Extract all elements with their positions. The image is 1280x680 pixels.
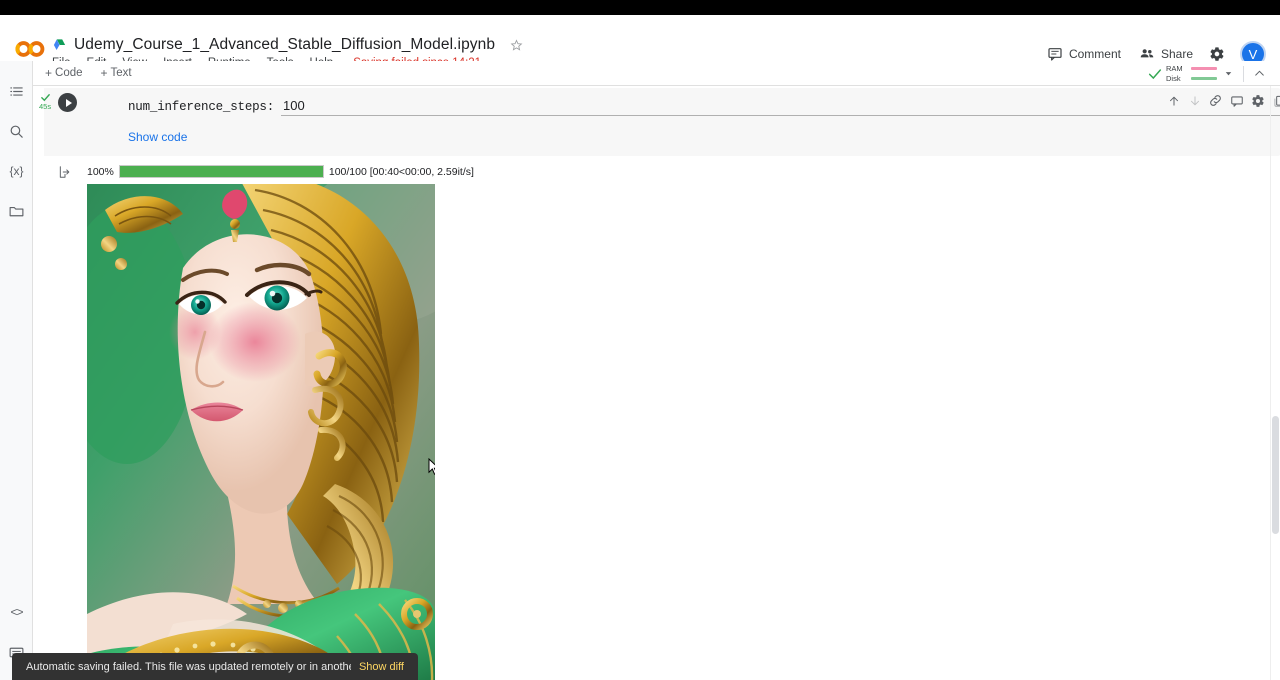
notebook-title-row[interactable]: Udemy_Course_1_Advanced_Stable_Diffusion…	[52, 36, 524, 54]
add-text-cell-button[interactable]: + Text	[96, 65, 137, 81]
num-inference-steps-label: num_inference_steps:	[128, 100, 274, 114]
link-icon	[1208, 93, 1223, 108]
notebook-canvas: 45s num_inference_steps: Show code	[33, 86, 1280, 680]
progress-status-text: 100/100 [00:40<00:00, 2.59it/s]	[329, 166, 474, 178]
disk-bar	[1191, 77, 1217, 80]
folder-icon	[8, 203, 25, 220]
cell-settings-button[interactable]	[1249, 92, 1266, 109]
output-arrow-icon	[58, 165, 72, 179]
cell-toolbar	[1163, 92, 1280, 109]
comment-label: Comment	[1069, 47, 1121, 61]
vertical-scrollbar[interactable]	[1271, 86, 1280, 680]
arrow-up-icon	[1167, 94, 1181, 108]
people-icon	[1139, 46, 1155, 62]
sidebar-item-find-and-replace[interactable]	[0, 111, 33, 151]
sidebar-item-table-of-contents[interactable]	[0, 71, 33, 111]
progress-bar-row: 100% 100/100 [00:40<00:00, 2.59it/s]	[87, 165, 1280, 178]
show-code-link[interactable]: Show code	[128, 130, 187, 144]
ram-label: RAM	[1166, 64, 1187, 73]
chevron-down-icon	[1223, 68, 1234, 79]
move-cell-down-button[interactable]	[1186, 92, 1203, 109]
resource-usage-indicator[interactable]: RAM Disk	[1166, 64, 1217, 84]
cell-gutter: 45s	[44, 88, 83, 156]
num-inference-steps-input[interactable]	[281, 98, 1280, 116]
colab-logo[interactable]	[14, 39, 46, 59]
ram-bar	[1191, 67, 1217, 70]
execution-time: 45s	[39, 103, 51, 111]
share-label: Share	[1161, 47, 1193, 61]
comment-icon	[1047, 46, 1063, 62]
progress-bar-fill	[120, 166, 323, 177]
plus-icon: +	[45, 67, 52, 79]
generated-portrait-image	[87, 184, 435, 680]
cell-output: 100% 100/100 [00:40<00:00, 2.59it/s]	[44, 165, 1280, 680]
gear-icon	[1251, 94, 1265, 108]
add-text-label: Text	[111, 67, 132, 79]
toolbar-divider	[1243, 66, 1244, 82]
plus-icon: +	[101, 67, 108, 79]
runtime-dropdown-button[interactable]	[1217, 65, 1240, 82]
notebook-toolbar: + Code + Text RAM Disk	[0, 61, 1280, 86]
search-icon	[8, 123, 25, 140]
variables-icon: {x}	[9, 164, 23, 178]
progress-percent-label: 100%	[87, 166, 114, 178]
code-cell-body[interactable]: 45s num_inference_steps: Show code	[44, 88, 1280, 156]
sidebar-item-variables[interactable]: {x}	[0, 151, 33, 191]
add-code-cell-button[interactable]: + Code	[40, 65, 88, 81]
ram-row: RAM	[1166, 64, 1217, 73]
disk-row: Disk	[1166, 74, 1217, 83]
add-code-label: Code	[55, 67, 83, 79]
run-cell-button[interactable]	[58, 93, 77, 112]
save-failed-snackbar: Automatic saving failed. This file was u…	[12, 653, 418, 680]
left-sidebar: {x} <>	[0, 61, 33, 680]
sidebar-item-files[interactable]	[0, 191, 33, 231]
cell-content: num_inference_steps: Show code	[83, 88, 1280, 156]
scrollbar-thumb[interactable]	[1272, 416, 1279, 534]
browser-chrome-strip	[0, 0, 1280, 15]
code-cell: 45s num_inference_steps: Show code	[44, 88, 1280, 156]
add-comment-button[interactable]	[1228, 92, 1245, 109]
page-title: Udemy_Course_1_Advanced_Stable_Diffusion…	[74, 36, 495, 54]
sidebar-top-icons: {x}	[0, 71, 33, 231]
chevron-up-icon	[1253, 67, 1266, 80]
runtime-status-area: RAM Disk	[1147, 62, 1272, 85]
snackbar-message: Automatic saving failed. This file was u…	[26, 661, 351, 673]
colab-app-window: Udemy_Course_1_Advanced_Stable_Diffusion…	[0, 0, 1280, 680]
progress-bar	[119, 165, 324, 178]
portrait-artwork	[87, 184, 435, 680]
move-cell-up-button[interactable]	[1165, 92, 1182, 109]
code-brackets-icon: <>	[10, 605, 22, 619]
add-cell-buttons: + Code + Text	[40, 65, 137, 81]
arrow-down-icon	[1188, 94, 1202, 108]
drive-triangle-icon	[52, 38, 67, 52]
star-outline-icon[interactable]	[509, 38, 524, 53]
disk-label: Disk	[1166, 74, 1187, 83]
play-icon	[66, 99, 72, 107]
sidebar-item-code-snippets[interactable]: <>	[0, 592, 33, 632]
avatar-initial: V	[1249, 47, 1258, 62]
comment-icon	[1230, 94, 1244, 108]
list-icon	[8, 83, 25, 100]
green-check-icon	[1147, 66, 1163, 82]
app-header: Udemy_Course_1_Advanced_Stable_Diffusion…	[0, 15, 1280, 61]
form-field-row: num_inference_steps:	[128, 98, 1280, 116]
gear-icon	[1209, 46, 1225, 62]
execution-status: 45s	[39, 92, 51, 111]
collapse-toolbar-button[interactable]	[1247, 64, 1272, 83]
link-to-cell-button[interactable]	[1207, 92, 1224, 109]
show-diff-link[interactable]: Show diff	[359, 661, 404, 673]
